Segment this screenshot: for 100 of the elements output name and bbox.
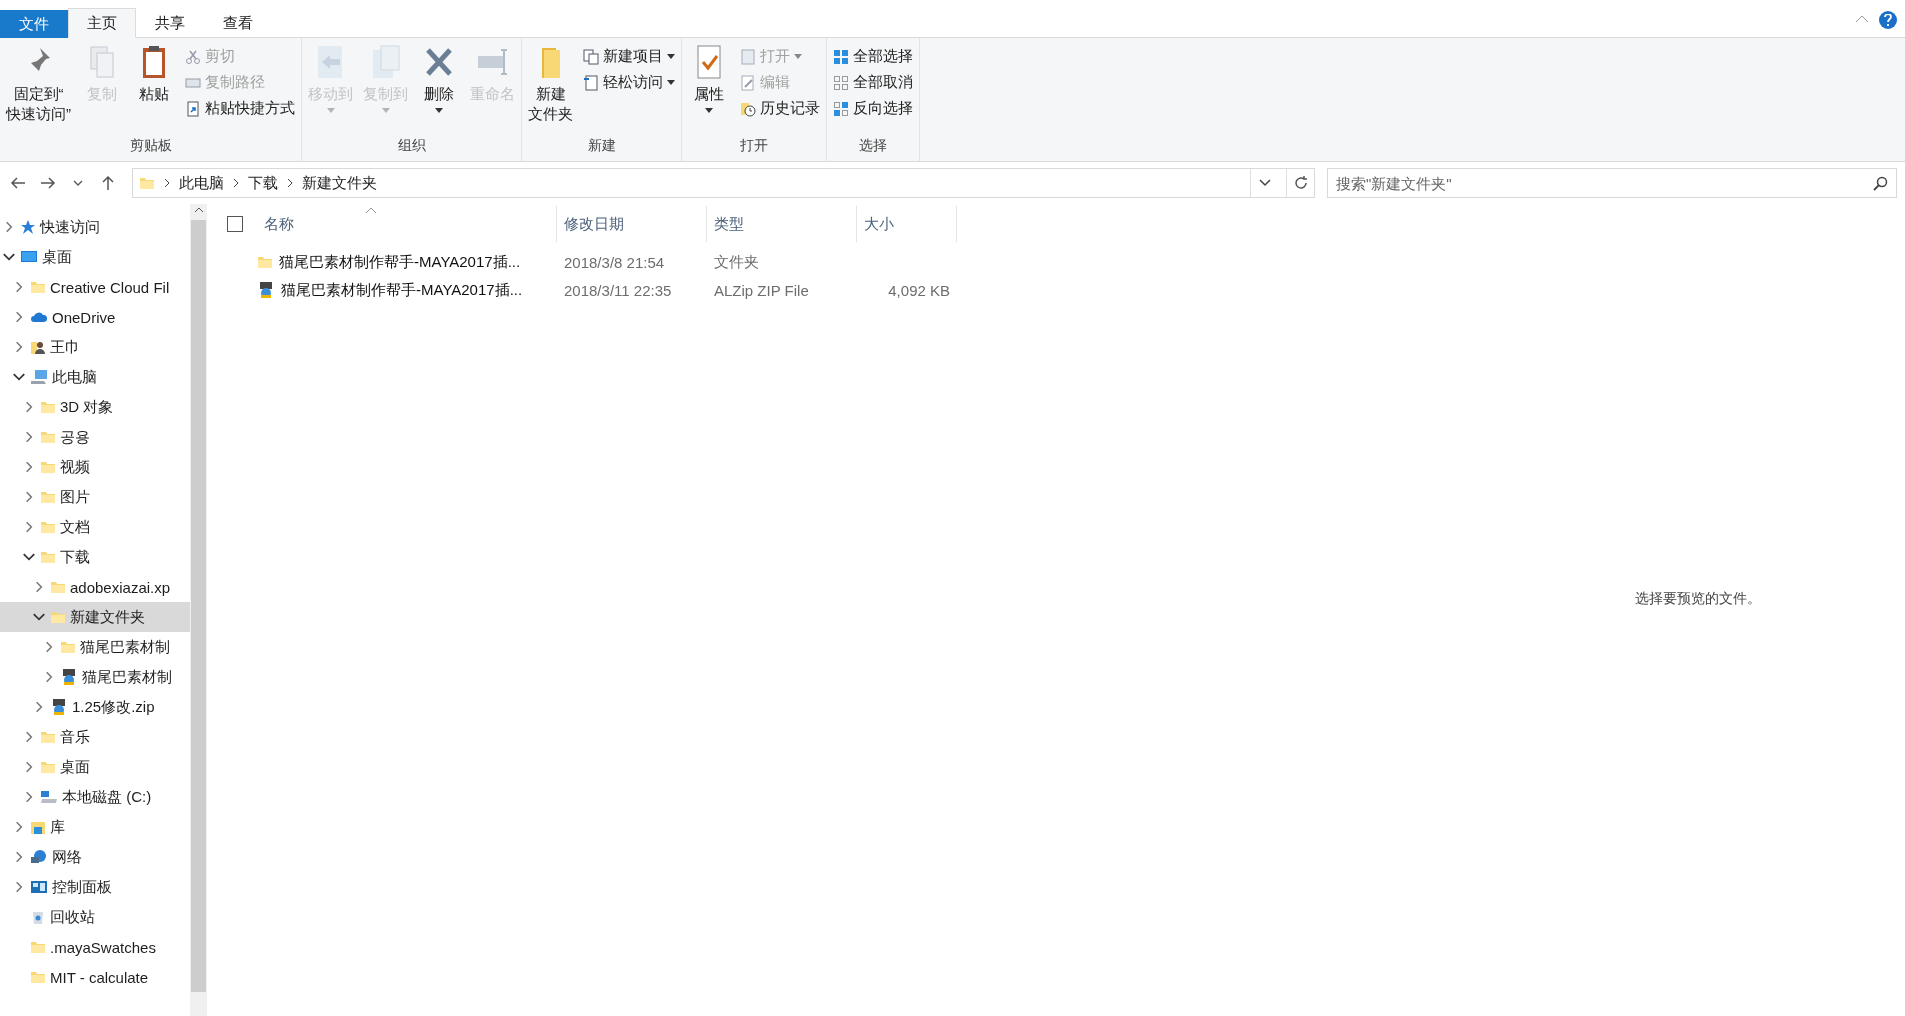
scissors-icon <box>185 48 201 65</box>
select-all-checkbox[interactable] <box>227 216 243 232</box>
history-icon <box>740 100 756 117</box>
tree-item[interactable]: 图片 <box>0 482 190 512</box>
scrollbar[interactable] <box>190 204 207 1016</box>
file-size: 4,092 KB <box>887 281 951 299</box>
open-icon <box>740 48 756 65</box>
tree-item[interactable]: 猫尾巴素材制 <box>0 632 190 662</box>
modified-date: 2018/3/8 21:54 <box>563 253 666 271</box>
ribbon-button[interactable]: 删除 <box>414 42 464 137</box>
tree-item[interactable]: 下载 <box>0 542 190 572</box>
ribbon-tab[interactable]: 共享 <box>136 8 204 38</box>
column-header[interactable]: 名称 <box>257 206 557 242</box>
control-panel-icon <box>30 879 48 895</box>
folder-icon <box>40 489 56 505</box>
star-icon <box>20 219 36 235</box>
tree-item[interactable]: 回收站 <box>0 902 190 932</box>
ribbon-tab[interactable]: 主页 <box>68 8 136 38</box>
tree-item[interactable]: 快速访问 <box>0 212 190 242</box>
ribbon-button[interactable]: 粘贴 <box>129 42 179 137</box>
drive-icon <box>40 789 58 805</box>
ribbon-button[interactable]: 新建项目 <box>579 44 679 69</box>
invert-selection-icon <box>833 100 849 117</box>
button-label: 固定到“ <box>12 84 65 104</box>
up-arrow-icon <box>101 175 115 191</box>
tree-item[interactable]: 3D 对象 <box>0 392 190 422</box>
tree-item[interactable]: 猫尾巴素材制 <box>0 662 190 692</box>
tree-item[interactable]: 视频 <box>0 452 190 482</box>
breadcrumb[interactable]: 下载 <box>248 173 278 193</box>
zip-archive-icon <box>60 668 78 686</box>
file-name: 猫尾巴素材制作帮手-MAYA2017插... <box>257 252 557 272</box>
edit-icon <box>740 74 756 91</box>
back-arrow-icon <box>10 176 26 190</box>
tree-item[interactable]: 1.25修改.zip <box>0 692 190 722</box>
group-label: 新建 <box>586 137 617 155</box>
tree-item[interactable]: .mayaSwatches <box>0 932 190 962</box>
recycle-bin-icon <box>30 909 46 925</box>
folder-icon <box>40 759 56 775</box>
select-all-icon <box>833 48 849 65</box>
preview-message: 选择要预览的文件。 <box>1634 590 1761 608</box>
file-row[interactable]: 猫尾巴素材制作帮手-MAYA2017插... 2018/3/11 22:35 ALZip ZIP File 4,092 KB <box>227 276 1490 304</box>
tree-item[interactable]: 本地磁盘 (C:) <box>0 782 190 812</box>
tree-item[interactable]: 库 <box>0 812 190 842</box>
tree-item[interactable]: 王巾 <box>0 332 190 362</box>
tree-item[interactable]: adobexiazai.xp <box>0 572 190 602</box>
button-label: 文件夹 <box>528 103 573 123</box>
ribbon-button[interactable]: 反向选择 <box>829 96 917 121</box>
ribbon-button[interactable]: 粘贴快捷方式 <box>181 96 299 121</box>
tree-item[interactable]: 控制面板 <box>0 872 190 902</box>
address-field[interactable]: 此电脑 下载 新建文件夹 <box>132 168 1315 198</box>
new-item-icon <box>583 48 599 65</box>
chevron-icon <box>286 178 294 188</box>
ribbon-button[interactable]: 属性 <box>684 42 734 137</box>
select-none-icon <box>833 74 849 91</box>
ribbon-button[interactable]: 全部取消 <box>829 70 917 95</box>
file-menu-button[interactable]: 文件 <box>0 10 68 38</box>
easy-access-icon <box>583 74 599 91</box>
tree-item[interactable]: 文档 <box>0 512 190 542</box>
button-label: 新建 <box>534 84 567 104</box>
group-label: 剪贴板 <box>128 137 173 155</box>
folder-icon <box>30 279 46 295</box>
tree-item[interactable]: Creative Cloud Fil <box>0 272 190 302</box>
ribbon-tab[interactable]: 查看 <box>204 8 272 38</box>
file-row[interactable]: 猫尾巴素材制作帮手-MAYA2017插... 2018/3/8 21:54 文件夹 <box>227 248 1490 276</box>
button-label: 快速访问” <box>6 103 71 123</box>
help-icon[interactable] <box>1879 11 1897 29</box>
tree-item[interactable]: 桌面 <box>0 752 190 782</box>
group-label: 选择 <box>858 137 888 155</box>
tree-item[interactable]: MIT - calculate <box>0 962 190 992</box>
column-header[interactable]: 大小 <box>857 206 957 242</box>
ribbon-button[interactable]: 新建 文件夹 <box>524 42 577 137</box>
ribbon-button[interactable]: 固定到“ 快速访问” <box>2 42 75 137</box>
library-icon <box>30 819 46 835</box>
cloud-icon <box>30 310 48 324</box>
chevron-down-icon <box>1258 179 1271 187</box>
tree-item[interactable]: 공용 <box>0 422 190 452</box>
folder-icon <box>50 579 66 595</box>
tree-item[interactable]: OneDrive <box>0 302 190 332</box>
folder-icon <box>40 519 56 535</box>
tree-item[interactable]: 桌面 <box>0 242 190 272</box>
tree-item[interactable]: 新建文件夹 <box>0 602 190 632</box>
folder-icon <box>257 254 273 270</box>
group-label: 打开 <box>739 137 769 155</box>
column-header[interactable]: 类型 <box>707 206 857 242</box>
folder-icon <box>30 939 46 955</box>
monitor-icon <box>20 249 38 265</box>
collapse-ribbon-icon[interactable] <box>1855 15 1869 23</box>
column-header[interactable]: 修改日期 <box>557 206 707 242</box>
user-folder-icon <box>30 339 46 355</box>
tree-item[interactable]: 此电脑 <box>0 362 190 392</box>
ribbon-button[interactable]: 历史记录 <box>736 96 824 121</box>
ribbon-button[interactable]: 轻松访问 <box>579 70 679 95</box>
breadcrumb[interactable]: 此电脑 <box>179 173 224 193</box>
folder-icon <box>60 639 76 655</box>
folder-icon <box>50 609 66 625</box>
tree-item[interactable]: 网络 <box>0 842 190 872</box>
ribbon-button[interactable]: 全部选择 <box>829 44 917 69</box>
file-type: 文件夹 <box>713 252 760 272</box>
tree-item[interactable]: 音乐 <box>0 722 190 752</box>
breadcrumb[interactable]: 新建文件夹 <box>302 173 377 193</box>
